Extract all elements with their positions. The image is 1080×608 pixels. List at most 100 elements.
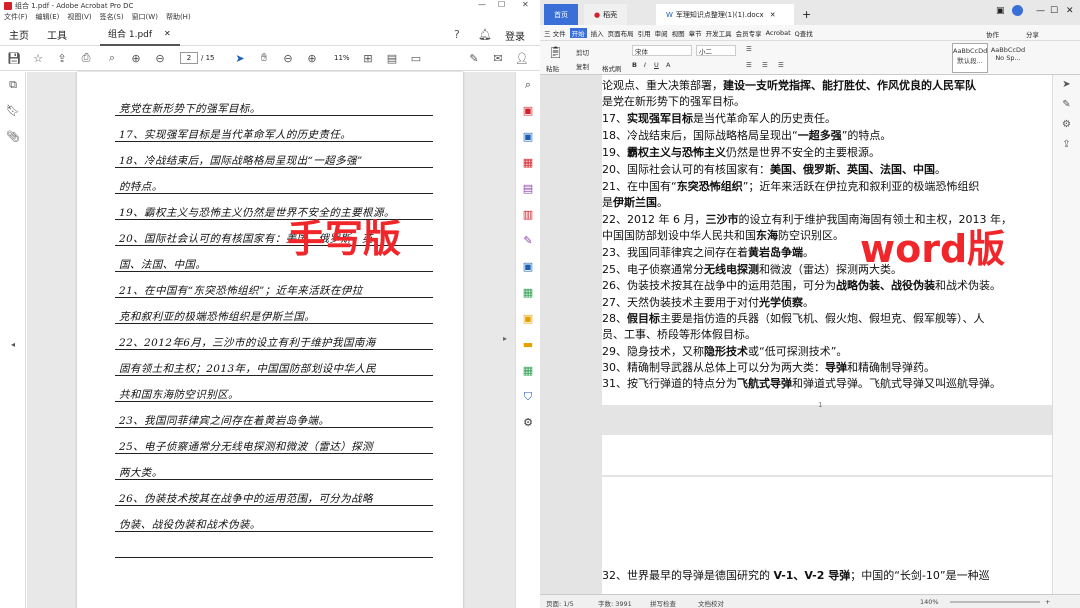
print-production-icon[interactable]: ▦ [516,358,540,384]
page-number-input[interactable]: 2 [180,52,198,64]
italic-icon[interactable]: I [644,61,646,69]
style-default[interactable]: AaBbCcDd 默认段... [952,43,988,73]
pointer-icon[interactable]: ➤ [1053,75,1080,95]
menu-view[interactable]: 视图(V) [67,12,91,22]
wps-tab-daoke[interactable]: ● 稻壳 [584,4,628,25]
combine-icon[interactable]: ▥ [516,202,540,228]
user-add-icon[interactable]: 👤︎ [514,50,530,66]
avatar[interactable] [1012,5,1023,16]
bold-icon[interactable]: B [632,61,637,69]
protect-icon[interactable]: ⛉ [516,384,540,410]
ribbon-menu-insert[interactable]: 插入 [591,28,604,38]
ribbon-menu-find[interactable]: Q查找 [795,28,813,38]
zoom-slider[interactable] [950,601,1040,603]
paste-button[interactable]: 粘贴 [546,63,559,73]
ribbon-menu-view[interactable]: 视图 [672,28,685,38]
close-icon[interactable]: ✕ [522,0,529,9]
wps-tab-document[interactable]: W 军理知识点整理(1)(1).docx ✕ [656,4,794,25]
search-icon[interactable]: ⌕ [104,50,120,66]
zoom-select[interactable]: 11% [334,54,350,62]
proofread-button[interactable]: 文档校对 [698,598,724,608]
tab-document[interactable]: 组合 1.pdf ✕ [100,23,180,46]
bookmark-star-icon[interactable]: ☆ [30,50,46,66]
cut-button[interactable]: 剪切 [576,47,589,57]
wps-maximize-icon[interactable]: ☐ [1050,6,1058,16]
fill-sign-icon[interactable]: ✎ [516,228,540,254]
share-side-icon[interactable]: ⇪ [1053,135,1080,155]
edit-icon[interactable]: ✎ [1053,95,1080,115]
more-tools-icon[interactable]: ⚙ [516,410,540,436]
collab-button[interactable]: 协作 [986,29,999,39]
edit-pdf-icon[interactable]: ▤ [516,176,540,202]
collapse-right-icon[interactable]: ▸ [503,334,507,343]
zoom-in-icon[interactable]: ⊕ [304,50,320,66]
ribbon-menu-acrobat[interactable]: Acrobat [766,29,791,37]
align-right-icon[interactable]: ☰ [778,61,784,69]
excel-export-icon[interactable]: ▦ [516,280,540,306]
tab-home[interactable]: 主页 [0,27,38,42]
ribbon-menu-start[interactable]: 开始 [569,27,587,38]
ribbon-menu-dev[interactable]: 开发工具 [706,28,732,38]
comment-icon[interactable]: ▭ [408,50,424,66]
zoom-out-icon[interactable]: ⊖ [280,50,296,66]
new-tab-icon[interactable]: + [802,8,811,21]
pages-panel-icon[interactable]: ⧉ [0,72,26,98]
font-size-select[interactable]: 小二 [696,45,736,56]
zoom-in-icon[interactable]: + [1045,598,1050,606]
comment-tool-icon[interactable]: ▬ [516,332,540,358]
wps-tab-home[interactable]: 首页 [544,4,578,25]
share-button[interactable]: 分享 [1026,29,1039,39]
ribbon-menu-member[interactable]: 会员专享 [736,28,762,38]
maximize-icon[interactable]: ☐ [498,0,505,9]
list-icon[interactable]: ☰ [746,45,752,53]
format-painter-button[interactable]: 格式刷 [602,63,622,73]
bookmarks-panel-icon[interactable]: 🔖︎ [0,98,26,124]
minimize-icon[interactable]: — [478,0,486,9]
wps-tab-close-icon[interactable]: ✕ [770,11,776,19]
ribbon-menu-file[interactable]: 三 文件 [544,28,566,38]
tab-close-icon[interactable]: ✕ [164,29,171,38]
share-tool-icon[interactable]: ▣ [516,254,540,280]
font-name-select[interactable]: 宋体 [632,45,692,56]
menu-window[interactable]: 窗口(W) [132,12,158,22]
save-icon[interactable]: 💾︎ [6,50,22,66]
layout-icon[interactable]: ▣ [996,6,1005,16]
organize-pages-icon[interactable]: ▦ [516,150,540,176]
menu-file[interactable]: 文件(F) [4,12,28,22]
sign-pen-icon[interactable]: ✎ [466,50,482,66]
attachments-panel-icon[interactable]: 📎︎ [0,124,26,150]
send-track-icon[interactable]: ▣ [516,306,540,332]
wps-minimize-icon[interactable]: — [1036,6,1045,16]
create-pdf-icon[interactable]: ▣ [516,98,540,124]
ribbon-menu-review[interactable]: 审阅 [655,28,668,38]
underline-icon[interactable]: U [654,61,659,69]
collapse-left-icon[interactable]: ◂ [0,332,26,358]
page-down-icon[interactable]: ⊖ [152,50,168,66]
menu-help[interactable]: 帮助(H) [166,12,191,22]
export-pdf-icon[interactable]: ▣ [516,124,540,150]
menu-sign[interactable]: 签名(S) [100,12,124,22]
login-button[interactable]: 登录 [505,28,525,43]
bell-icon[interactable]: 🔔︎ [478,28,492,41]
align-center-icon[interactable]: ☰ [762,61,768,69]
select-cursor-icon[interactable]: ➤ [232,50,248,66]
zoom-level[interactable]: 140% [920,598,939,606]
ribbon-menu-reference[interactable]: 引用 [638,28,651,38]
align-left-icon[interactable]: ☰ [746,61,752,69]
upload-icon[interactable]: ⇪ [54,50,70,66]
help-icon[interactable]: ? [454,28,460,41]
font-color-icon[interactable]: A [666,61,670,69]
settings-icon[interactable]: ⚙ [1053,115,1080,135]
style-nospacing[interactable]: AaBbCcDd No Sp... [990,43,1026,73]
wps-close-icon[interactable]: ✕ [1066,6,1074,16]
ribbon-menu-chapter[interactable]: 章节 [689,28,702,38]
fit-icon[interactable]: ⊞ [360,50,376,66]
hand-icon[interactable]: ✋︎ [256,50,272,66]
spellcheck-button[interactable]: 拼写检查 [650,598,676,608]
ribbon-menu-layout[interactable]: 页面布局 [608,28,634,38]
menu-edit[interactable]: 编辑(E) [36,12,60,22]
scroll-mode-icon[interactable]: ▤ [384,50,400,66]
tab-tools[interactable]: 工具 [38,27,76,42]
copy-button[interactable]: 复制 [576,61,589,71]
mail-icon[interactable]: ✉ [490,50,506,66]
